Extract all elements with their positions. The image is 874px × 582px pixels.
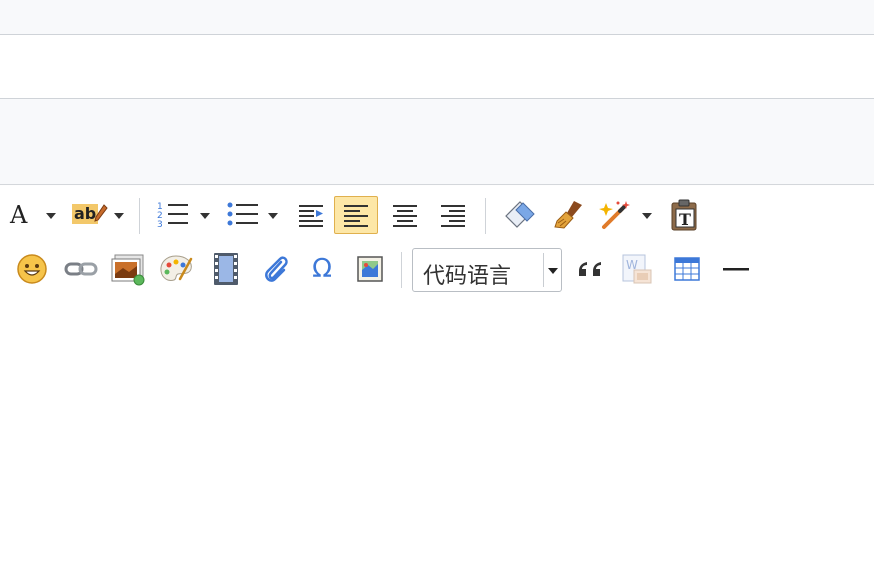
code-language-label: 代码语言: [423, 264, 512, 289]
link-icon: [64, 262, 98, 276]
code-language-select[interactable]: 代码语言: [412, 248, 562, 292]
editor-body[interactable]: [0, 302, 874, 582]
font-color-icon: A: [10, 201, 28, 229]
svg-text:T: T: [679, 210, 691, 229]
align-center-button[interactable]: [384, 196, 426, 234]
ordered-list-icon: 1 2 3: [157, 202, 188, 230]
word-image-button[interactable]: W: [616, 250, 658, 288]
insert-table-button[interactable]: [666, 250, 708, 288]
title-input-area[interactable]: [0, 35, 874, 99]
format-painter-button[interactable]: [548, 196, 590, 234]
font-color-button[interactable]: A: [4, 196, 58, 234]
image-icon: [111, 254, 145, 286]
table-icon: [674, 257, 700, 281]
toolbar-row-1: A ab 1 2 3 T: [0, 192, 874, 238]
indent-icon: [299, 205, 323, 227]
align-left-icon: [344, 205, 368, 227]
chevron-down-icon: [268, 213, 278, 219]
chevron-down-icon: [200, 213, 210, 219]
blockquote-button[interactable]: [570, 250, 610, 288]
video-button[interactable]: [206, 250, 246, 288]
highlight-icon: ab: [72, 204, 108, 226]
image-button[interactable]: [106, 250, 150, 288]
editor-toolbar: A ab 1 2 3 T Ω 代码语言 W: [0, 186, 874, 302]
word-image-icon: W: [622, 254, 652, 284]
svg-text:3: 3: [157, 220, 163, 230]
editor-header-strip: [0, 99, 874, 185]
horizontal-rule-icon: [723, 268, 749, 271]
quote-icon: [579, 262, 601, 276]
chevron-down-icon: [114, 213, 124, 219]
chevron-down-icon: [46, 213, 56, 219]
magic-format-button[interactable]: [596, 196, 656, 234]
top-strip: [0, 0, 874, 35]
align-left-button[interactable]: [334, 196, 378, 234]
brush-icon: [554, 201, 582, 229]
align-right-button[interactable]: [432, 196, 474, 234]
omega-icon: Ω: [312, 254, 332, 284]
toolbar-separator: [401, 252, 402, 288]
unordered-list-icon: [227, 202, 258, 226]
chevron-down-icon[interactable]: [548, 268, 558, 274]
link-button[interactable]: [60, 250, 102, 288]
clipboard-text-icon: T: [671, 199, 697, 231]
indent-button[interactable]: [292, 196, 330, 234]
toolbar-separator: [139, 198, 140, 234]
paperclip-icon: [265, 256, 288, 282]
toolbar-separator: [485, 198, 486, 234]
attachment-button[interactable]: [256, 250, 296, 288]
emoji-button[interactable]: [12, 250, 52, 288]
eraser-button[interactable]: [498, 196, 540, 234]
smiley-icon: [17, 254, 47, 284]
highlight-button[interactable]: ab: [68, 196, 128, 234]
magic-wand-icon: [599, 201, 630, 229]
paste-plain-text-button[interactable]: T: [664, 196, 704, 234]
unordered-list-button[interactable]: [224, 196, 282, 234]
palette-icon: [160, 255, 193, 281]
ordered-list-button[interactable]: 1 2 3: [154, 196, 214, 234]
align-right-icon: [441, 205, 465, 227]
toolbar-row-2: Ω 代码语言 W: [0, 246, 874, 292]
scrawl-button[interactable]: [154, 250, 198, 288]
chevron-down-icon: [642, 213, 652, 219]
select-divider: [543, 253, 544, 287]
map-icon: [357, 256, 383, 282]
eraser-icon: [505, 201, 535, 228]
special-char-button[interactable]: Ω: [302, 250, 342, 288]
map-button[interactable]: [350, 250, 390, 288]
film-icon: [214, 253, 238, 285]
align-center-icon: [393, 205, 417, 227]
horizontal-rule-button[interactable]: [716, 250, 756, 288]
